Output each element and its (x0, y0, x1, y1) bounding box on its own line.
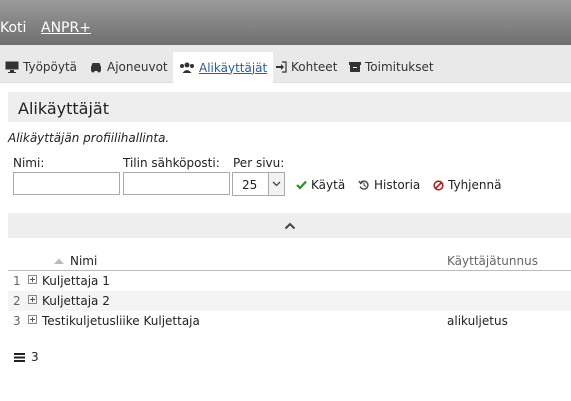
row-name: Kuljettaja 2 (42, 294, 110, 308)
column-header-name[interactable]: Nimi (54, 254, 97, 268)
tab-alikayttajat[interactable]: Alikäyttäjät (173, 52, 274, 83)
car-icon (91, 63, 101, 73)
row-name: Kuljettaja 1 (42, 274, 110, 288)
tab-label: Työpöytä (23, 60, 78, 74)
page-subtitle: Alikäyttäjän profiilihallinta. (8, 131, 170, 145)
users-icon (180, 62, 194, 73)
top-navbar: Koti ANPR+ (0, 0, 571, 45)
table-header: Nimi Käyttäjätunnus (8, 250, 571, 271)
history-button[interactable]: Historia (358, 178, 420, 192)
tab-tyopoyta[interactable]: Työpöytä (5, 52, 77, 82)
monitor-icon (5, 61, 19, 73)
collapse-filters-bar[interactable] (8, 213, 571, 238)
plus-square-icon[interactable] (28, 275, 37, 284)
row-number: 3 (13, 314, 21, 328)
main-tabs: Työpöytä Ajoneuvot Alikäyttäjät Kohteet … (0, 45, 571, 83)
nav-app-link[interactable]: ANPR+ (41, 20, 91, 36)
apply-label: Käytä (311, 178, 346, 192)
column-header-username[interactable]: Käyttäjätunnus (447, 254, 538, 268)
name-filter-input[interactable] (13, 172, 120, 195)
archive-icon (349, 62, 361, 72)
check-icon (296, 180, 307, 190)
tab-label: Ajoneuvot (107, 60, 168, 74)
history-label: Historia (374, 178, 421, 192)
tab-label: Toimitukset (365, 60, 434, 74)
page-title: Alikäyttäjät (18, 99, 109, 118)
result-count-value: 3 (31, 350, 39, 364)
chevron-down-icon[interactable] (268, 173, 284, 195)
tab-label: Kohteet (291, 60, 338, 74)
row-username: alikuljetus (447, 314, 508, 328)
tab-toimitukset[interactable]: Toimitukset (349, 52, 434, 82)
email-filter-input[interactable] (123, 172, 230, 195)
clear-label: Tyhjennä (448, 178, 502, 192)
nav-home-link[interactable]: Koti (0, 20, 26, 36)
ban-icon (433, 179, 444, 191)
column-name-label: Nimi (70, 254, 98, 268)
page-header: Alikäyttäjät (8, 92, 571, 122)
row-number: 2 (13, 294, 21, 308)
tab-ajoneuvot[interactable]: Ajoneuvot (89, 52, 168, 82)
plus-square-icon[interactable] (28, 295, 37, 304)
sort-up-icon (54, 258, 64, 264)
email-filter-label: Tilin sähköposti: (123, 156, 220, 170)
per-page-value: 25 (242, 178, 258, 192)
tab-label: Alikäyttäjät (199, 60, 268, 75)
row-number: 1 (13, 274, 21, 288)
tab-kohteet[interactable]: Kohteet (275, 52, 337, 82)
row-name: Testikuljetusliike Kuljettaja (42, 314, 200, 328)
plus-square-icon[interactable] (28, 315, 37, 324)
chevron-up-icon (284, 222, 295, 229)
name-filter-label: Nimi: (13, 156, 45, 170)
table-row[interactable]: 1 Kuljettaja 1 (8, 271, 571, 291)
per-page-label: Per sivu: (233, 156, 285, 170)
result-count: 3 (14, 350, 39, 364)
per-page-select[interactable]: 25 (232, 172, 285, 196)
history-icon (358, 180, 369, 190)
list-icon (14, 352, 25, 362)
clear-button[interactable]: Tyhjennä (433, 178, 501, 192)
table-row[interactable]: 2 Kuljettaja 2 (8, 291, 571, 311)
sign-in-icon (276, 61, 287, 73)
apply-button[interactable]: Käytä (296, 178, 345, 192)
table-row[interactable]: 3 Testikuljetusliike Kuljettaja alikulje… (8, 311, 571, 331)
